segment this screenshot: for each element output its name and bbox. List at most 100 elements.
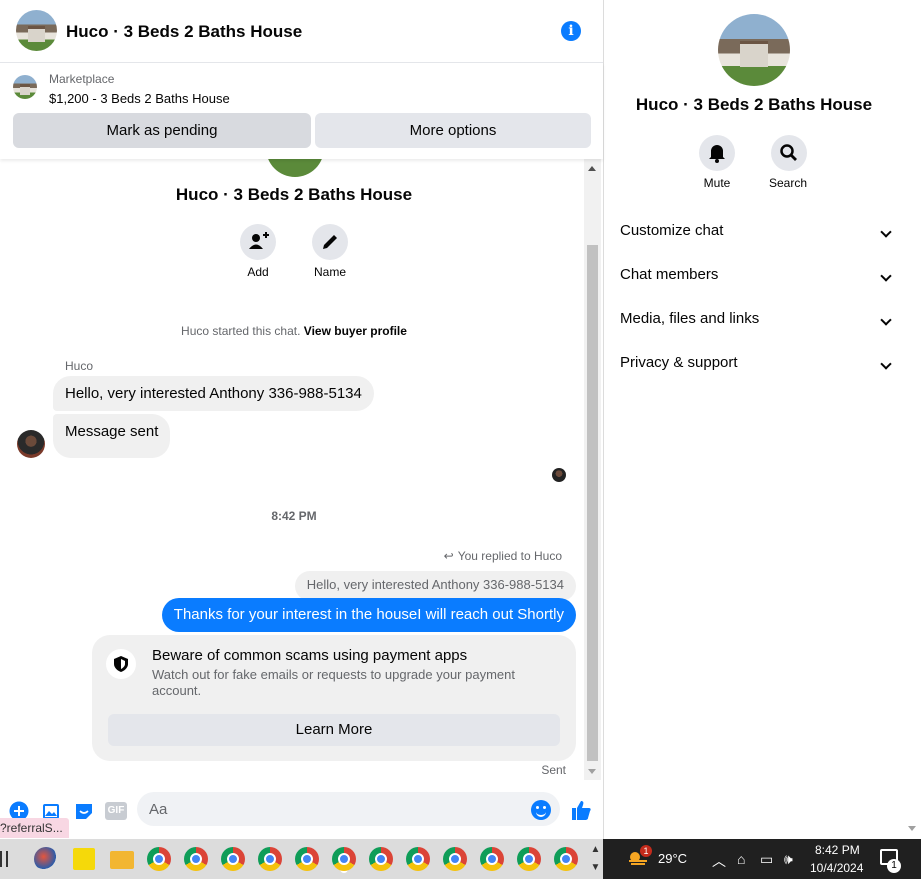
chevron-down-icon <box>880 226 892 238</box>
file-explorer-icon[interactable] <box>110 851 134 869</box>
profile-avatar[interactable] <box>718 14 790 86</box>
chrome-icon[interactable] <box>147 847 171 871</box>
network-icon[interactable]: ▭ <box>760 851 773 868</box>
pencil-icon <box>323 235 337 249</box>
chrome-icon[interactable] <box>295 847 319 871</box>
started-text: Huco started this chat. <box>181 324 301 338</box>
chrome-icon[interactable] <box>554 847 578 871</box>
mark-pending-button[interactable]: Mark as pending <box>13 113 311 148</box>
outgoing-message[interactable]: Thanks for your interest in the houseI w… <box>161 598 576 632</box>
task-view-icon[interactable] <box>0 851 8 867</box>
taskbar: ▲ ▼ 1 29°C ︿ ⌂ ▭ 🕪 8:42 PM 10/4/2024 1 <box>0 839 921 879</box>
temperature-text[interactable]: 29°C <box>658 851 687 866</box>
section-label: Chat members <box>620 266 719 283</box>
section-privacy-support[interactable]: Privacy & support <box>620 354 892 378</box>
marketplace-label: Marketplace <box>49 72 115 86</box>
search-label: Search <box>768 176 808 190</box>
message-list[interactable]: Huco · 3 Beds 2 Baths House Add Name Huc… <box>0 159 603 780</box>
edit-name-button[interactable] <box>312 224 348 260</box>
gif-icon[interactable]: GIF <box>105 802 127 820</box>
scroll-down-arrow-icon[interactable] <box>588 769 596 774</box>
add-label: Add <box>247 265 269 279</box>
conversation-title: Huco · 3 Beds 2 Baths House <box>175 185 413 204</box>
paint-app-icon[interactable] <box>34 847 58 871</box>
chrome-icon[interactable] <box>480 847 504 871</box>
more-options-button[interactable]: More options <box>315 113 591 148</box>
chat-panel: Huco · 3 Beds 2 Baths House i Marketplac… <box>0 0 604 839</box>
chrome-icon[interactable] <box>517 847 541 871</box>
search-icon <box>780 144 797 161</box>
quoted-message[interactable]: Hello, very interested Anthony 336-988-5… <box>294 571 576 601</box>
panel-scroll-down-icon[interactable] <box>908 826 916 831</box>
section-chat-members[interactable]: Chat members <box>620 266 892 290</box>
learn-more-button[interactable]: Learn More <box>108 714 560 746</box>
timestamp-separator: 8:42 PM <box>271 509 317 523</box>
scam-warning-card: Beware of common scams using payment app… <box>92 635 576 761</box>
incoming-message[interactable]: Hello, very interested Anthony 336-988-5… <box>53 376 374 411</box>
chat-header: Huco · 3 Beds 2 Baths House i <box>0 0 603 63</box>
message-scrollbar[interactable] <box>584 159 601 780</box>
details-title: Huco · 3 Beds 2 Baths House <box>635 95 873 114</box>
warning-text: Watch out for fake emails or requests to… <box>152 667 515 698</box>
section-label: Media, files and links <box>620 310 760 327</box>
conversation-avatar <box>266 159 324 177</box>
chrome-icon[interactable] <box>184 847 208 871</box>
taskbar-apps: ▲ ▼ <box>0 839 603 879</box>
chevron-down-icon <box>880 270 892 282</box>
sticker-icon[interactable] <box>74 801 94 821</box>
sender-avatar[interactable] <box>17 430 45 458</box>
notification-count: 1 <box>887 859 901 873</box>
incoming-message[interactable]: Message sent <box>53 414 171 458</box>
reply-note-text: You replied to Huco <box>457 549 562 563</box>
chrome-icon[interactable] <box>221 847 245 871</box>
chevron-down-icon <box>880 314 892 326</box>
listing-price[interactable]: $1,200 - 3 Beds 2 Baths House <box>49 91 230 106</box>
chat-avatar[interactable] <box>16 10 57 51</box>
search-button[interactable] <box>771 135 807 171</box>
chrome-icon[interactable] <box>406 847 430 871</box>
chevron-up-icon[interactable]: ︿ <box>712 851 726 871</box>
section-customize-chat[interactable]: Customize chat <box>620 222 892 246</box>
bell-icon <box>709 145 725 163</box>
chrome-icon[interactable] <box>443 847 467 871</box>
details-panel: Huco · 3 Beds 2 Baths House Mute Search … <box>604 0 921 839</box>
emoji-icon[interactable] <box>531 800 551 820</box>
chrome-icon[interactable] <box>258 847 282 871</box>
add-person-icon <box>249 232 269 249</box>
chrome-icon[interactable] <box>369 847 393 871</box>
section-label: Privacy & support <box>620 354 738 371</box>
add-person-button[interactable] <box>240 224 276 260</box>
mute-label: Mute <box>703 176 731 190</box>
volume-icon[interactable]: 🕪 <box>784 851 793 868</box>
warning-title: Beware of common scams using payment app… <box>152 647 468 664</box>
shield-icon <box>106 649 136 679</box>
link-preview-tooltip: ?referralS... <box>0 818 69 838</box>
reply-note: ↩ You replied to Huco <box>444 549 562 563</box>
sticky-notes-icon[interactable] <box>73 848 95 870</box>
seen-indicator-avatar <box>552 468 566 482</box>
taskbar-overflow-arrows[interactable]: ▲ ▼ <box>588 841 603 877</box>
info-icon[interactable]: i <box>561 21 581 41</box>
weather-badge: 1 <box>640 845 652 857</box>
chevron-down-icon <box>880 358 892 370</box>
scroll-thumb[interactable] <box>587 245 598 761</box>
thumbs-up-icon[interactable] <box>570 799 592 821</box>
clock-time[interactable]: 8:42 PM <box>815 843 860 857</box>
marketplace-bar: Marketplace $1,200 - 3 Beds 2 Baths Hous… <box>0 63 603 159</box>
clock-date[interactable]: 10/4/2024 <box>810 861 863 875</box>
section-media-files-links[interactable]: Media, files and links <box>620 310 892 334</box>
sender-name: Huco <box>65 359 94 373</box>
message-input[interactable] <box>137 792 560 826</box>
chat-title[interactable]: Huco · 3 Beds 2 Baths House <box>66 22 302 42</box>
listing-thumbnail[interactable] <box>13 75 37 99</box>
reply-icon: ↩ <box>443 549 454 563</box>
section-label: Customize chat <box>620 222 724 239</box>
scroll-up-arrow-icon[interactable] <box>588 166 596 171</box>
meet-now-icon[interactable]: ⌂ <box>737 851 745 867</box>
name-label: Name <box>313 265 346 279</box>
composer: GIF <box>0 784 603 834</box>
chat-started-notice: Huco started this chat. View buyer profi… <box>0 324 588 338</box>
mute-button[interactable] <box>699 135 735 171</box>
view-buyer-profile-link[interactable]: View buyer profile <box>304 324 407 338</box>
chrome-icon[interactable] <box>332 847 356 871</box>
